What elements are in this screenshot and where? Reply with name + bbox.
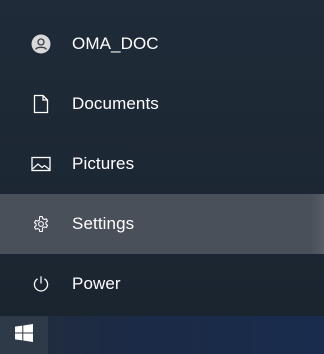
pictures-item[interactable]: Pictures — [0, 134, 324, 194]
gear-icon — [31, 214, 51, 234]
power-item[interactable]: Power — [0, 254, 324, 314]
settings-label: Settings — [72, 214, 135, 233]
user-avatar-icon — [31, 34, 51, 54]
taskbar — [0, 316, 324, 354]
user-account-label: OMA_DOC — [72, 34, 159, 53]
settings-item[interactable]: Settings — [0, 194, 324, 254]
windows-logo-icon — [15, 323, 33, 347]
documents-item[interactable]: Documents — [0, 74, 324, 134]
user-account-item[interactable]: OMA_DOC — [0, 14, 324, 74]
pictures-label: Pictures — [72, 154, 135, 173]
start-button[interactable] — [0, 316, 48, 354]
document-icon — [31, 94, 51, 114]
pictures-icon — [31, 154, 51, 174]
documents-label: Documents — [72, 94, 159, 113]
start-menu-list: OMA_DOC Documents Pictures Settings Powe… — [0, 14, 324, 314]
power-icon — [31, 274, 51, 294]
start-menu: OMA_DOC Documents Pictures Settings Powe… — [0, 0, 324, 354]
power-label: Power — [72, 274, 121, 293]
